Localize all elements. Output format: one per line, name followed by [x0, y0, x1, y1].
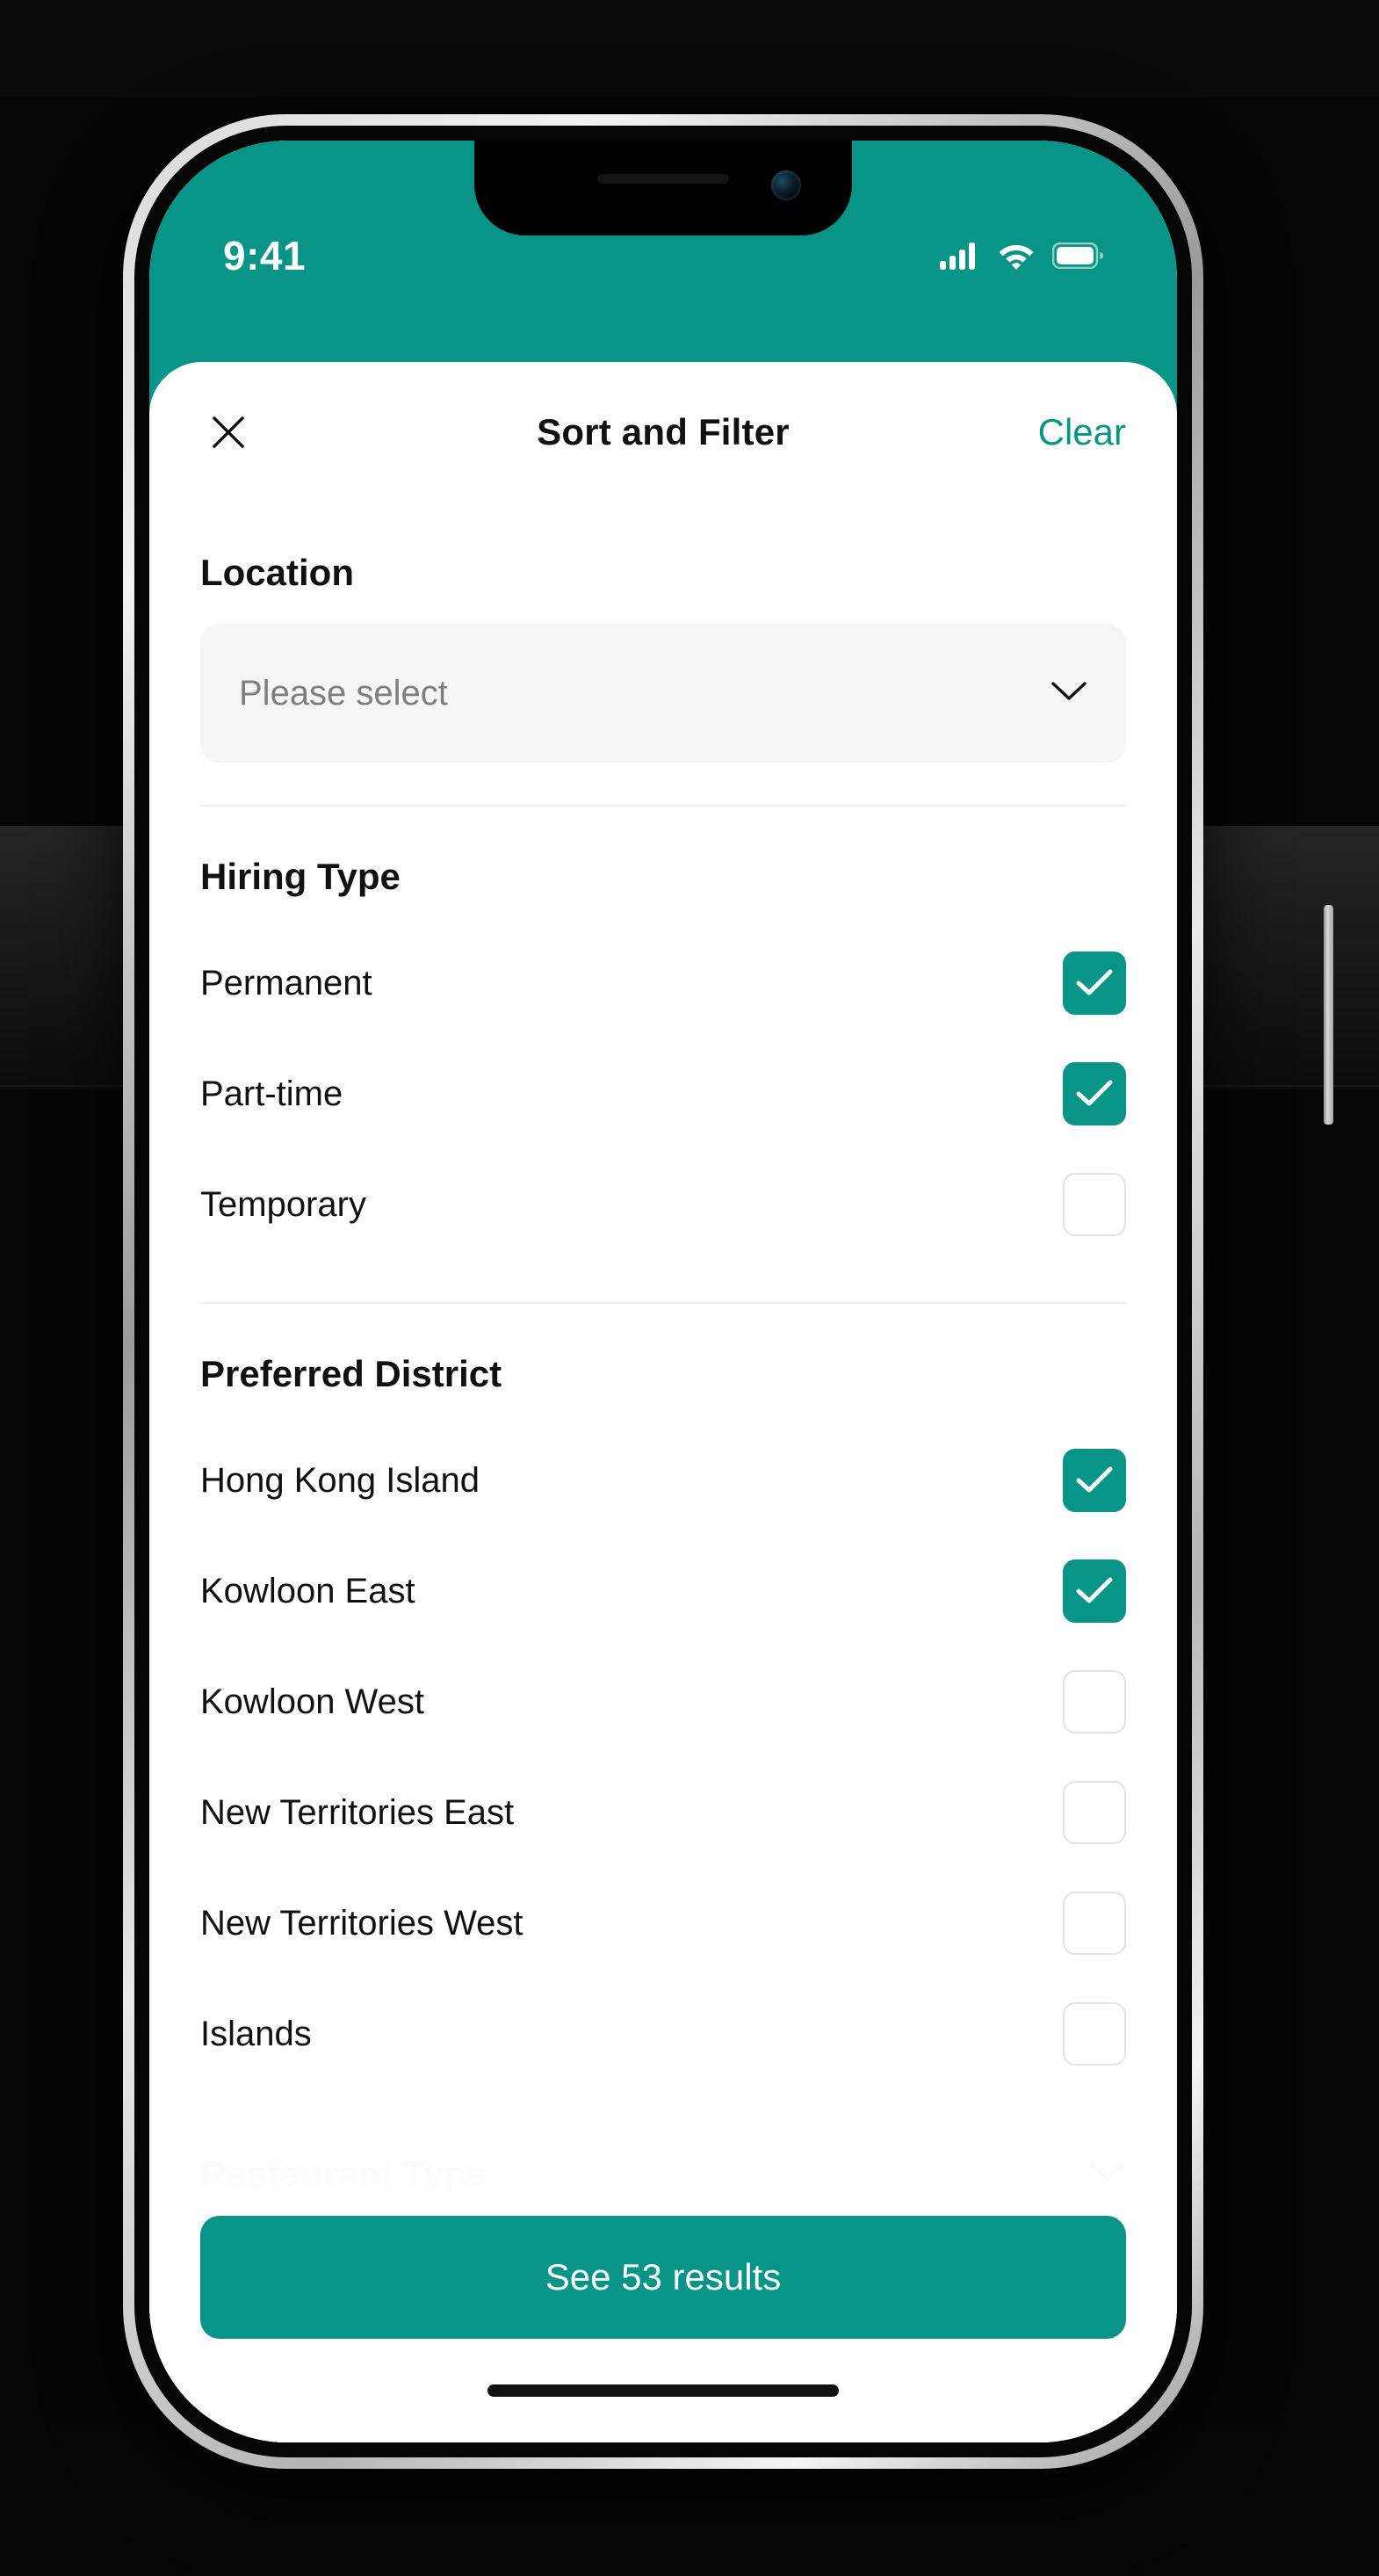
phone-bezel: 9:41 Sort and Filter Clear Location Plea… — [134, 126, 1192, 2457]
chevron-down-icon — [1089, 2161, 1126, 2189]
list-item[interactable]: Islands — [200, 1979, 1126, 2089]
option-label: Temporary — [200, 1184, 366, 1224]
power-button[interactable] — [1324, 905, 1333, 1125]
sort-and-filter-sheet: Sort and Filter Clear Location Please se… — [149, 362, 1177, 2442]
clear-button[interactable]: Clear — [1038, 411, 1126, 453]
option-label: New Territories East — [200, 1792, 515, 1832]
list-item[interactable]: New Territories West — [200, 1868, 1126, 1979]
option-label: Hong Kong Island — [200, 1460, 480, 1500]
sheet-footer: See 53 results — [149, 2216, 1177, 2442]
home-indicator-area — [200, 2339, 1126, 2442]
front-camera-icon — [771, 170, 801, 200]
sheet-header: Sort and Filter Clear — [149, 362, 1177, 503]
battery-icon — [1052, 242, 1103, 269]
divider — [200, 805, 1126, 807]
option-label: New Territories West — [200, 1903, 523, 1943]
backdrop-band-top — [0, 0, 1379, 97]
checkbox-temporary[interactable] — [1063, 1173, 1126, 1236]
sheet-body[interactable]: Location Please select Hiring Type Perma… — [149, 503, 1177, 2216]
list-item[interactable]: Part-time — [200, 1038, 1126, 1149]
cellular-signal-icon — [940, 242, 980, 270]
chevron-down-icon — [1050, 680, 1087, 707]
wifi-icon — [998, 242, 1035, 270]
section-title-preferred-district: Preferred District — [200, 1353, 502, 1394]
restaurant-type-section[interactable]: Restaurant Type — [200, 2119, 1126, 2216]
status-bar-icons — [940, 242, 1103, 270]
section-title-location: Location — [200, 552, 354, 593]
list-item[interactable]: Temporary — [200, 1149, 1126, 1260]
dynamic-island-notch — [474, 141, 852, 235]
option-label: Kowloon West — [200, 1682, 424, 1721]
option-label: Part-time — [200, 1074, 343, 1113]
page-title: Sort and Filter — [537, 411, 790, 452]
status-bar-clock: 9:41 — [223, 233, 307, 279]
option-label: Permanent — [200, 963, 372, 1002]
list-item[interactable]: Permanent — [200, 928, 1126, 1038]
checkbox-new-territories-west[interactable] — [1063, 1892, 1126, 1955]
checkbox-part-time[interactable] — [1063, 1062, 1126, 1125]
list-item[interactable]: Kowloon East — [200, 1536, 1126, 1646]
checkbox-hong-kong-island[interactable] — [1063, 1449, 1126, 1512]
close-icon[interactable] — [200, 404, 256, 460]
see-results-button[interactable]: See 53 results — [200, 2216, 1126, 2339]
section-title-restaurant-type: Restaurant Type — [200, 2153, 487, 2195]
option-label: Islands — [200, 2014, 312, 2053]
list-item[interactable]: New Territories East — [200, 1757, 1126, 1868]
phone-screen: 9:41 Sort and Filter Clear Location Plea… — [149, 141, 1177, 2442]
checkbox-islands[interactable] — [1063, 2002, 1126, 2066]
checkbox-kowloon-east[interactable] — [1063, 1559, 1126, 1623]
checkbox-new-territories-east[interactable] — [1063, 1781, 1126, 1844]
divider — [200, 1302, 1126, 1304]
checkbox-permanent[interactable] — [1063, 952, 1126, 1015]
option-label: Kowloon East — [200, 1571, 415, 1610]
location-select-value: Please select — [239, 673, 448, 713]
home-indicator[interactable] — [487, 2384, 839, 2397]
earpiece-speaker — [597, 174, 729, 184]
location-select[interactable]: Please select — [200, 624, 1126, 763]
checkbox-kowloon-west[interactable] — [1063, 1670, 1126, 1733]
phone-device: 9:41 Sort and Filter Clear Location Plea… — [123, 114, 1333, 2469]
list-item[interactable]: Kowloon West — [200, 1646, 1126, 1757]
list-item[interactable]: Hong Kong Island — [200, 1425, 1126, 1536]
section-title-hiring-type: Hiring Type — [200, 856, 401, 897]
